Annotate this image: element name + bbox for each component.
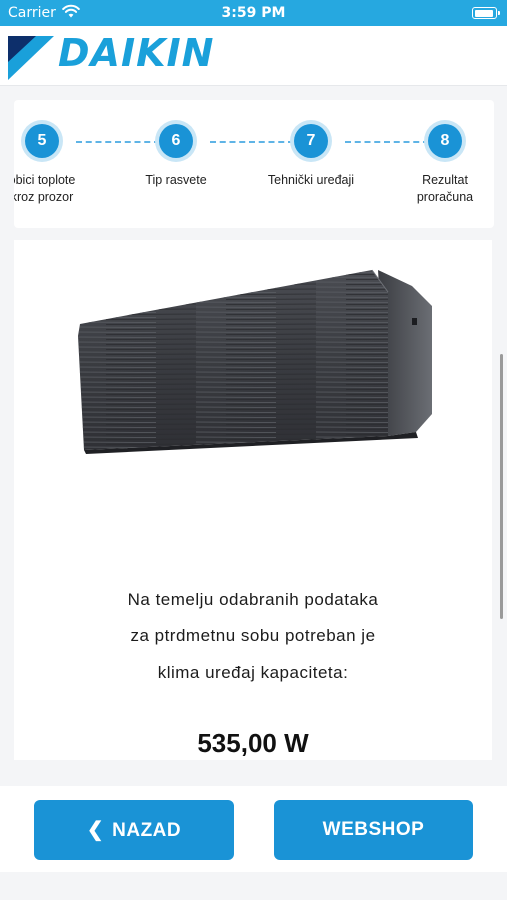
chevron-left-icon: ❮ [86, 819, 105, 841]
steps-progress: 5 6 7 8 obici toplote kroz prozor Tip ra… [14, 100, 494, 228]
step-7-label: Tehnički uređaji [267, 173, 355, 187]
back-button[interactable]: ❮ NAZAD [34, 800, 234, 860]
webshop-button-label: WEBSHOP [322, 819, 425, 840]
result-text-line-3: klima uređaj kapaciteta: [157, 663, 349, 682]
step-5-label: obici toplote kroz prozor [14, 173, 76, 204]
battery-level [474, 9, 493, 17]
scrollbar[interactable] [500, 354, 503, 619]
app-header: DAIKIN [0, 26, 507, 86]
step-5-circle[interactable]: 5 [25, 124, 59, 158]
capacity-value: 535,00 W [197, 728, 309, 758]
step-connector [76, 141, 160, 143]
daikin-logo-icon [8, 36, 54, 80]
step-6-label: Tip rasvete [145, 173, 207, 187]
step-connector [345, 141, 429, 143]
status-bar: Carrier 3:59 PM [0, 0, 507, 26]
webshop-button[interactable]: WEBSHOP [274, 800, 473, 860]
step-6-circle[interactable]: 6 [159, 124, 193, 158]
logo-text: DAIKIN [58, 31, 215, 75]
result-text-line-2: za ptrdmetnu sobu potreban je [130, 626, 376, 645]
air-conditioner-icon [78, 269, 432, 454]
result-text-line-1: Na temelju odabranih podataka [127, 590, 379, 609]
action-bar: ❮ NAZAD WEBSHOP [0, 786, 507, 872]
battery-icon [472, 7, 500, 19]
result-card: Na temelju odabranih podataka za ptrdmet… [14, 240, 492, 760]
step-connector [210, 141, 294, 143]
clock: 3:59 PM [221, 5, 286, 21]
back-button-label: NAZAD [112, 820, 182, 841]
step-7-circle[interactable]: 7 [294, 124, 328, 158]
step-8-label: Rezultat proračuna [416, 173, 474, 204]
step-8-circle[interactable]: 8 [428, 124, 462, 158]
